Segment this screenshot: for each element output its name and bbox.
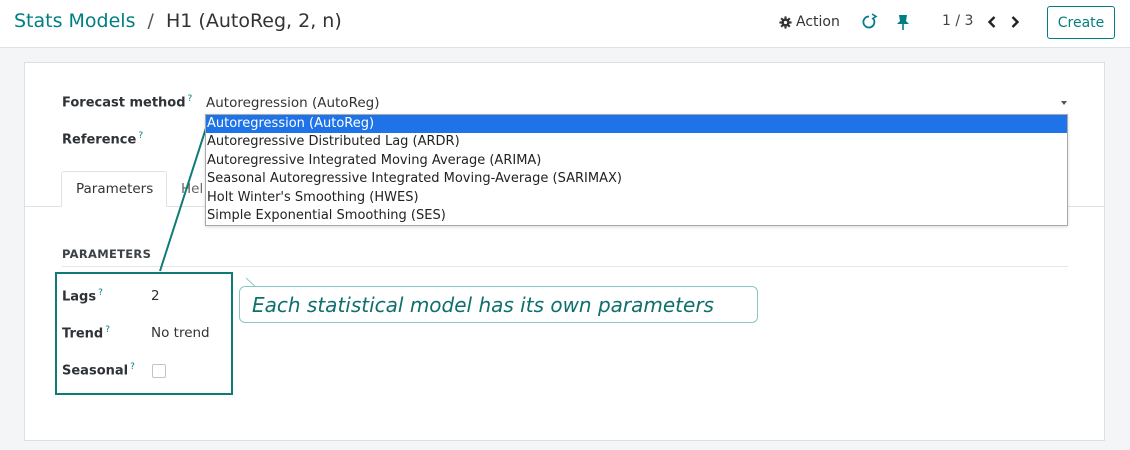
pager-previous-button[interactable] [985,12,1003,32]
forecast-method-label-text: Forecast method [62,95,186,111]
reference-help-tooltip[interactable]: ? [138,131,143,141]
pin-icon [897,15,909,30]
dropdown-option[interactable]: Seasonal Autoregressive Integrated Movin… [206,170,1067,188]
breadcrumb-parent-link[interactable]: Stats Models [14,10,136,32]
parameters-highlight-box [55,272,233,395]
action-button[interactable]: Action [779,14,840,30]
forecast-method-select[interactable]: Autoregression (AutoReg) [206,95,379,111]
breadcrumb-separator: / [147,10,154,32]
refresh-button[interactable] [860,12,878,32]
parameters-section-title: PARAMETERS [62,247,152,261]
caret-down-icon[interactable] [1061,101,1067,105]
breadcrumb-current: H1 (AutoReg, 2, n) [166,10,342,32]
pager-next-button[interactable] [1008,12,1026,32]
forecast-method-label: Forecast method? [62,94,192,110]
refresh-icon [862,13,878,29]
dropdown-option[interactable]: Holt Winter's Smoothing (HWES) [206,189,1067,207]
control-panel: Stats Models / H1 (AutoReg, 2, n) Action [0,0,1130,48]
reference-label: Reference? [62,131,143,147]
pin-button[interactable] [895,12,913,32]
chevron-right-icon [1011,16,1020,28]
dropdown-option[interactable]: Autoregressive Integrated Moving Average… [206,152,1067,170]
action-label: Action [796,14,840,30]
dropdown-option[interactable]: Simple Exponential Smoothing (SES) [206,207,1067,225]
dropdown-option[interactable]: Autoregressive Distributed Lag (ARDR) [206,133,1067,151]
pager-value[interactable]: 1 / 3 [942,13,973,29]
gear-icon [779,15,792,29]
dropdown-option[interactable]: Autoregression (AutoReg) [206,115,1067,134]
forecast-method-dropdown: Autoregression (AutoReg) Autoregressive … [205,114,1068,226]
breadcrumb: Stats Models / H1 (AutoReg, 2, n) [14,10,342,32]
annotation-callout: Each statistical model has its own param… [239,286,758,323]
tab-help[interactable]: Hel [181,171,203,207]
tab-parameters[interactable]: Parameters [61,171,167,207]
section-divider [62,266,1068,267]
chevron-left-icon [987,16,996,28]
create-button[interactable]: Create [1047,6,1115,39]
reference-label-text: Reference [62,132,137,148]
forecast-method-help-tooltip[interactable]: ? [188,94,193,104]
